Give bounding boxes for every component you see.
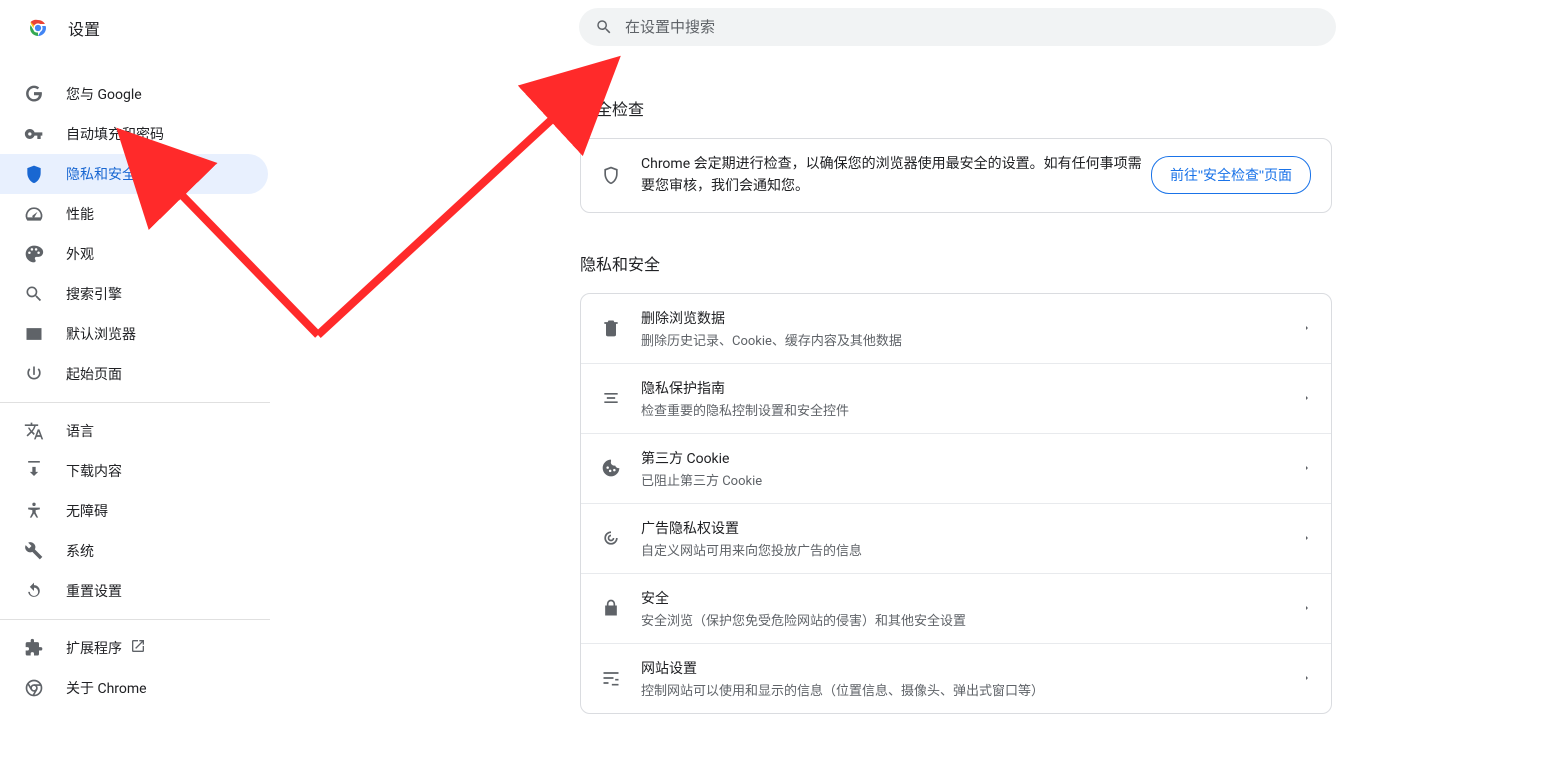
page-title: 设置 — [68, 16, 100, 40]
sidebar-item-label: 起始页面 — [66, 364, 122, 384]
sidebar-item-search-engine[interactable]: 搜索引擎 — [0, 274, 268, 314]
go-to-safety-check-button[interactable]: 前往"安全检查"页面 — [1151, 156, 1311, 194]
chevron-right-icon — [1303, 534, 1311, 542]
row-title: 安全 — [641, 588, 1303, 608]
section-title-safety-check: 安全检查 — [580, 96, 1568, 120]
row-title: 广告隐私权设置 — [641, 518, 1303, 538]
accessibility-icon — [24, 501, 44, 521]
chevron-right-icon — [1303, 604, 1311, 612]
row-title: 第三方 Cookie — [641, 448, 1303, 468]
extension-icon — [24, 638, 44, 658]
guide-icon — [601, 388, 621, 408]
sidebar-item-accessibility[interactable]: 无障碍 — [0, 491, 268, 531]
safety-check-card: Chrome 会定期进行检查，以确保您的浏览器使用最安全的设置。如有任何事项需要… — [580, 138, 1332, 213]
row-subtitle: 删除历史记录、Cookie、缓存内容及其他数据 — [641, 330, 1303, 349]
open-in-new-icon — [130, 638, 146, 658]
chevron-right-icon — [1303, 674, 1311, 682]
browser-icon — [24, 324, 44, 344]
row-subtitle: 检查重要的隐私控制设置和安全控件 — [641, 400, 1303, 419]
row-privacy-guide[interactable]: 隐私保护指南 检查重要的隐私控制设置和安全控件 — [581, 363, 1331, 433]
sidebar-item-you-and-google[interactable]: 您与 Google — [0, 74, 268, 114]
shield-icon — [24, 164, 44, 184]
sidebar-item-about-chrome[interactable]: 关于 Chrome — [0, 668, 268, 708]
row-title: 隐私保护指南 — [641, 378, 1303, 398]
sidebar-item-label: 关于 Chrome — [66, 678, 147, 698]
sidebar-item-autofill[interactable]: 自动填充和密码 — [0, 114, 268, 154]
search-icon — [595, 18, 613, 36]
wrench-icon — [24, 541, 44, 561]
shield-icon — [601, 165, 621, 185]
row-subtitle: 已阻止第三方 Cookie — [641, 470, 1303, 489]
sidebar-divider — [0, 402, 270, 403]
sidebar-item-privacy-security[interactable]: 隐私和安全 — [0, 154, 268, 194]
row-subtitle: 安全浏览（保护您免受危险网站的侵害）和其他安全设置 — [641, 610, 1303, 629]
sidebar-item-system[interactable]: 系统 — [0, 531, 268, 571]
chrome-logo-icon — [26, 16, 50, 40]
section-title-privacy: 隐私和安全 — [580, 251, 1568, 275]
sidebar-item-label: 扩展程序 — [66, 638, 122, 658]
sidebar-item-label: 系统 — [66, 541, 94, 561]
key-icon — [24, 124, 44, 144]
translate-icon — [24, 421, 44, 441]
sidebar-item-label: 默认浏览器 — [66, 324, 136, 344]
safety-check-text: Chrome 会定期进行检查，以确保您的浏览器使用最安全的设置。如有任何事项需要… — [641, 153, 1151, 198]
chevron-right-icon — [1303, 464, 1311, 472]
sidebar-item-label: 性能 — [66, 204, 94, 224]
sidebar-item-label: 无障碍 — [66, 501, 108, 521]
row-clear-browsing-data[interactable]: 删除浏览数据 删除历史记录、Cookie、缓存内容及其他数据 — [581, 294, 1331, 363]
row-third-party-cookies[interactable]: 第三方 Cookie 已阻止第三方 Cookie — [581, 433, 1331, 503]
search-input[interactable] — [625, 19, 1320, 36]
search-container — [579, 8, 1336, 46]
search-icon — [24, 284, 44, 304]
chevron-right-icon — [1303, 394, 1311, 402]
row-subtitle: 自定义网站可用来向您投放广告的信息 — [641, 540, 1303, 559]
speedometer-icon — [24, 204, 44, 224]
privacy-list-card: 删除浏览数据 删除历史记录、Cookie、缓存内容及其他数据 隐私保护指南 检查… — [580, 293, 1332, 714]
reset-icon — [24, 581, 44, 601]
sidebar-item-label: 语言 — [66, 421, 94, 441]
main-content: 安全检查 Chrome 会定期进行检查，以确保您的浏览器使用最安全的设置。如有任… — [270, 56, 1568, 714]
sidebar-item-label: 下载内容 — [66, 461, 122, 481]
sidebar: 您与 Google 自动填充和密码 隐私和安全 性能 外观 搜索引擎 默认浏览器 — [0, 56, 270, 714]
power-icon — [24, 364, 44, 384]
sidebar-item-default-browser[interactable]: 默认浏览器 — [0, 314, 268, 354]
download-icon — [24, 461, 44, 481]
tune-icon — [601, 668, 621, 688]
sidebar-item-label: 自动填充和密码 — [66, 124, 164, 144]
ad-icon — [601, 528, 621, 548]
row-security[interactable]: 安全 安全浏览（保护您免受危险网站的侵害）和其他安全设置 — [581, 573, 1331, 643]
chevron-right-icon — [1303, 324, 1311, 332]
sidebar-item-label: 隐私和安全 — [66, 164, 136, 184]
sidebar-item-languages[interactable]: 语言 — [0, 411, 268, 451]
cookie-icon — [601, 458, 621, 478]
row-title: 删除浏览数据 — [641, 308, 1303, 328]
lock-icon — [601, 598, 621, 618]
row-subtitle: 控制网站可以使用和显示的信息（位置信息、摄像头、弹出式窗口等） — [641, 680, 1303, 699]
google-icon — [24, 84, 44, 104]
sidebar-item-label: 重置设置 — [66, 581, 122, 601]
sidebar-item-label: 搜索引擎 — [66, 284, 122, 304]
search-box[interactable] — [579, 8, 1336, 46]
sidebar-item-on-startup[interactable]: 起始页面 — [0, 354, 268, 394]
sidebar-item-extensions[interactable]: 扩展程序 — [0, 628, 268, 668]
row-site-settings[interactable]: 网站设置 控制网站可以使用和显示的信息（位置信息、摄像头、弹出式窗口等） — [581, 643, 1331, 713]
sidebar-item-performance[interactable]: 性能 — [0, 194, 268, 234]
sidebar-item-downloads[interactable]: 下载内容 — [0, 451, 268, 491]
sidebar-item-label: 您与 Google — [66, 84, 142, 104]
sidebar-item-appearance[interactable]: 外观 — [0, 234, 268, 274]
sidebar-item-reset[interactable]: 重置设置 — [0, 571, 268, 611]
chrome-outline-icon — [24, 678, 44, 698]
row-ad-privacy[interactable]: 广告隐私权设置 自定义网站可用来向您投放广告的信息 — [581, 503, 1331, 573]
sidebar-divider — [0, 619, 270, 620]
row-title: 网站设置 — [641, 658, 1303, 678]
trash-icon — [601, 318, 621, 338]
sidebar-item-label: 外观 — [66, 244, 94, 264]
palette-icon — [24, 244, 44, 264]
